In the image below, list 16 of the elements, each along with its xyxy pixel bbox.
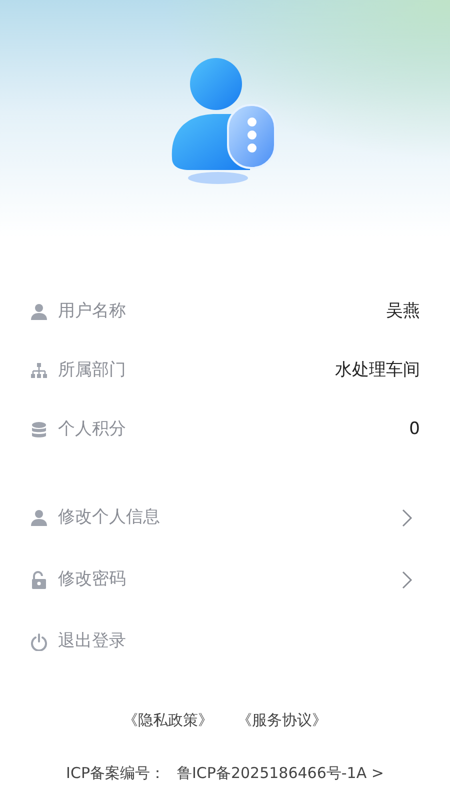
icp-label: ICP备案编号： xyxy=(66,762,165,784)
policy-link[interactable]: 《隐私政策》 xyxy=(123,709,213,732)
field-value: 水处理车间 xyxy=(335,358,420,382)
lock-icon xyxy=(30,571,48,589)
policy-link[interactable]: 《服务协议》 xyxy=(237,709,327,732)
field-value: 吴燕 xyxy=(386,300,420,323)
field-label: 个人积分 xyxy=(58,418,126,441)
power-icon xyxy=(30,633,48,651)
database-icon xyxy=(30,420,48,438)
field-value: 0 xyxy=(409,418,420,441)
field-label: 用户名称 xyxy=(58,300,126,323)
field-label: 所属部门 xyxy=(58,358,126,382)
user-icon xyxy=(30,302,48,320)
icp-link[interactable]: 鲁ICP备2025186466号-1A > xyxy=(177,762,384,784)
user-icon xyxy=(30,509,48,527)
org-chart-icon xyxy=(30,362,48,380)
